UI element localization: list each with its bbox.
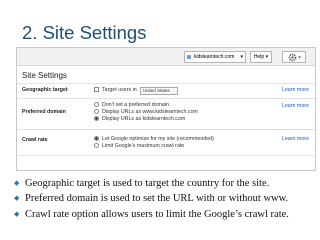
bullet-list: ◆ Geographic target is used to target the… (14, 176, 289, 222)
preferred-domain-option-none[interactable]: Don't set a preferred domain (94, 102, 169, 109)
site-selector-label: kidslearntech.com (194, 54, 235, 60)
page-heading: Site Settings (22, 71, 67, 80)
divider (17, 155, 315, 156)
learn-more-link[interactable]: Learn more (282, 87, 309, 93)
option-label: Let Google optimize for my site (recomme… (102, 136, 214, 142)
bullet-icon: ◆ (14, 194, 20, 203)
radio-button-selected[interactable] (94, 136, 99, 141)
radio-button-selected[interactable] (94, 116, 99, 121)
divider (17, 98, 315, 99)
radio-button[interactable] (94, 109, 99, 114)
preferred-domain-label: Preferred domain (22, 109, 66, 115)
bullet-text: Geographic target is used to target the … (25, 178, 270, 189)
preferred-domain-option-www[interactable]: Display URLs as www.kidslearntech.com (94, 109, 198, 116)
crawl-rate-label: Crawl rate (22, 137, 48, 143)
site-selector[interactable]: kidslearntech.com ▾ (184, 51, 246, 63)
learn-more-link[interactable]: Learn more (282, 136, 309, 142)
radio-button[interactable] (94, 143, 99, 148)
learn-more-link[interactable]: Learn more (282, 103, 309, 109)
target-users-option[interactable]: Target users in United States (94, 87, 178, 95)
option-label: Display URLs as kidslearntech.com (102, 116, 186, 122)
site-favicon-icon (187, 55, 191, 59)
chevron-down-icon: ▾ (265, 54, 269, 60)
divider (17, 129, 315, 130)
divider (17, 83, 315, 84)
settings-button[interactable] (282, 51, 306, 63)
bullet-text: Crawl rate option allows users to limit … (25, 208, 289, 220)
slide-title: 2. Site Settings (22, 22, 147, 43)
bullet-icon: ◆ (14, 179, 20, 187)
target-users-label: Target users in (102, 87, 137, 93)
help-button[interactable]: Help ▾ (250, 51, 272, 63)
list-item: ◆ Preferred domain is used to set the URL… (14, 191, 289, 206)
option-label: Limit Google's maximum crawl rate (102, 143, 185, 149)
option-label: Don't set a preferred domain (102, 102, 169, 108)
target-users-checkbox[interactable] (94, 87, 99, 92)
bullet-icon: ◆ (14, 209, 20, 218)
geographic-target-label: Geographic target (22, 87, 68, 93)
site-settings-screenshot: kidslearntech.com ▾ Help ▾ Site Settings… (16, 47, 316, 171)
webmaster-toolbar: kidslearntech.com ▾ Help ▾ (17, 48, 315, 66)
country-select[interactable]: United States (139, 87, 178, 95)
crawl-rate-option-limit[interactable]: Limit Google's maximum crawl rate (94, 143, 184, 150)
help-button-label: Help (253, 54, 265, 60)
crawl-rate-option-optimize[interactable]: Let Google optimize for my site (recomme… (94, 136, 214, 143)
list-item: ◆ Geographic target is used to target the… (14, 176, 289, 191)
list-item: ◆ Crawl rate option allows users to limit… (14, 207, 289, 222)
gear-icon (288, 53, 301, 62)
preferred-domain-option-non-www[interactable]: Display URLs as kidslearntech.com (94, 116, 185, 123)
option-label: Display URLs as www.kidslearntech.com (102, 109, 198, 115)
radio-button[interactable] (94, 102, 99, 107)
bullet-text: Preferred domain is used to set the URL … (25, 193, 289, 205)
chevron-down-icon: ▾ (240, 54, 243, 60)
